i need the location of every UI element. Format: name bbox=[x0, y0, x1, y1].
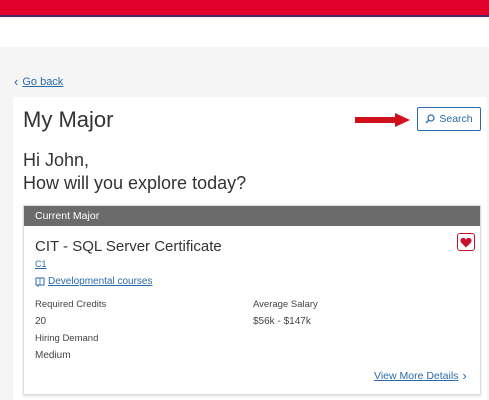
developmental-courses-link[interactable]: Developmental courses bbox=[35, 276, 153, 287]
hiring-demand-value: Medium bbox=[35, 350, 71, 361]
go-back-link[interactable]: ‹ Go back bbox=[14, 75, 63, 88]
greeting: Hi John, How will you explore today? bbox=[23, 149, 246, 195]
main-card: My Major Search Hi John, How will you ex… bbox=[13, 97, 487, 400]
current-major-card: Current Major CIT - SQL Server Certifica… bbox=[23, 205, 481, 395]
chevron-left-icon: ‹ bbox=[14, 74, 19, 89]
developmental-courses-label: Developmental courses bbox=[48, 276, 153, 287]
required-credits-label: Required Credits bbox=[35, 299, 107, 310]
greeting-line-1: Hi John, bbox=[23, 150, 90, 170]
average-salary-label: Average Salary bbox=[253, 299, 318, 310]
hiring-demand-label: Hiring Demand bbox=[35, 333, 99, 344]
view-more-details-label: View More Details bbox=[374, 369, 459, 382]
major-code-link[interactable]: C1 bbox=[35, 259, 47, 269]
current-major-header: Current Major bbox=[24, 206, 480, 226]
go-back-label: Go back bbox=[22, 75, 64, 88]
top-brand-bar bbox=[0, 0, 489, 17]
search-button-label: Search bbox=[439, 113, 473, 125]
major-name: CIT - SQL Server Certificate bbox=[35, 238, 222, 255]
chevron-right-icon: › bbox=[462, 368, 467, 383]
view-more-details-link[interactable]: View More Details › bbox=[374, 369, 467, 382]
required-credits-value: 20 bbox=[35, 316, 47, 327]
average-salary-value: $56k - $147k bbox=[253, 316, 311, 327]
book-icon bbox=[35, 277, 45, 287]
search-icon bbox=[425, 114, 435, 124]
page-title: My Major bbox=[23, 107, 114, 132]
arrow-right-icon bbox=[355, 113, 410, 127]
heart-icon bbox=[460, 237, 472, 247]
favorite-button[interactable] bbox=[457, 233, 475, 251]
greeting-line-2: How will you explore today? bbox=[23, 173, 247, 193]
header-strip bbox=[0, 19, 489, 47]
search-button[interactable]: Search bbox=[417, 107, 481, 131]
